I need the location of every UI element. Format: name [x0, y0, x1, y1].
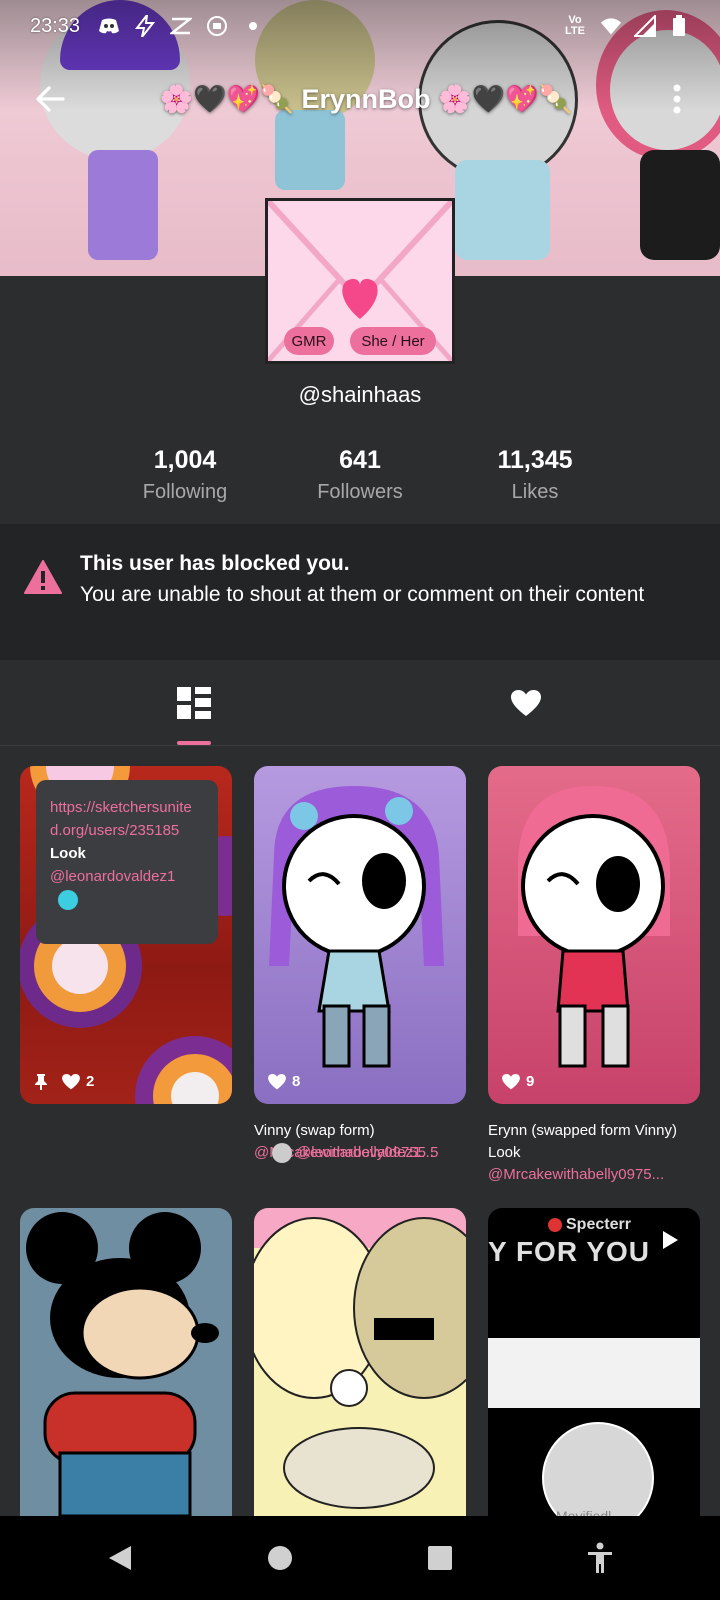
notice-title: This user has blocked you.	[80, 552, 350, 575]
heart-icon	[268, 1073, 286, 1089]
system-status-icons: Vo LTE	[562, 15, 690, 37]
discord-icon	[98, 15, 120, 37]
system-navigation-bar	[0, 1516, 720, 1600]
like-count: 2	[86, 1073, 95, 1090]
recents-square-icon	[428, 1546, 452, 1570]
post-stats: 8	[268, 1073, 300, 1090]
nav-home-button[interactable]	[250, 1528, 310, 1588]
more-options-button[interactable]	[652, 69, 702, 129]
post-caption[interactable]: Erynn (swapped form Vinny) Look @Mrcakew…	[488, 1120, 700, 1186]
pin-icon	[35, 1073, 47, 1090]
tab-likes[interactable]	[496, 678, 556, 728]
status-bar: 23:33 Vo LTE	[0, 0, 720, 52]
stat-following[interactable]: 1,004 Following	[110, 446, 260, 504]
emoji-icon	[58, 890, 78, 910]
notice-text: This user has blocked you. You are unabl…	[80, 548, 644, 660]
screen-record-icon	[206, 15, 228, 37]
stat-value: 11,345	[497, 446, 573, 474]
bolt-icon	[134, 15, 156, 37]
avatar	[272, 1143, 292, 1163]
network-label: Vo LTE	[565, 14, 585, 37]
post-card[interactable]: Specterr Y FOR YOU Movifiedl	[488, 1208, 700, 1516]
play-icon	[663, 1231, 678, 1249]
username: @shainhaas	[298, 382, 422, 407]
heart-icon	[502, 1073, 520, 1089]
home-circle-icon	[268, 1546, 292, 1570]
heart-icon	[62, 1073, 80, 1089]
stat-value: 1,004	[153, 446, 217, 474]
accessibility-icon	[588, 1542, 612, 1573]
overlay-text: Specterr	[566, 1216, 631, 1233]
grid-icon	[177, 687, 211, 719]
post-stats: 9	[502, 1073, 534, 1090]
notification-icons	[98, 15, 264, 37]
page-title: 🌸🖤💖🍡 ErynnBob 🌸🖤💖🍡	[159, 84, 573, 114]
stat-label: Followers	[317, 481, 403, 503]
back-button[interactable]	[20, 69, 80, 129]
tag-pill: She / Her	[350, 327, 436, 355]
post-thumbnail	[269, 786, 444, 1068]
overlay-text-2: Y FOR YOU	[488, 1236, 651, 1267]
profile-avatar[interactable]: GMR She / Her	[265, 198, 455, 364]
nav-back-button[interactable]	[90, 1528, 150, 1588]
stat-label: Following	[142, 481, 228, 503]
signal-icon	[634, 15, 656, 37]
stat-likes: 11,345 Likes	[460, 446, 610, 504]
stat-value: 641	[339, 446, 381, 474]
back-arrow-icon	[36, 86, 65, 112]
post-card[interactable]: 9	[488, 766, 700, 1104]
post-thumbnail	[254, 1217, 466, 1516]
profile-stats: 1,004 Following 641 Followers 11,345 Lik…	[0, 446, 720, 506]
battery-icon	[668, 15, 690, 37]
overlay-text-3: Movifiedl	[556, 1508, 612, 1516]
nav-recents-button[interactable]	[410, 1528, 470, 1588]
tag-pill: GMR	[284, 327, 334, 355]
notice-message: You are unable to shout at them or comme…	[80, 583, 645, 606]
post-card[interactable]	[20, 1208, 232, 1516]
heart-icon	[511, 689, 541, 716]
post-card[interactable]	[254, 1208, 466, 1516]
post-thumbnail	[26, 1212, 219, 1516]
back-triangle-icon	[109, 1546, 131, 1570]
stat-followers[interactable]: 641 Followers	[285, 446, 435, 504]
post-stats: 2	[34, 1073, 94, 1090]
tab-posts[interactable]	[164, 678, 224, 728]
specterr-logo-icon	[548, 1218, 562, 1232]
accessibility-button[interactable]	[570, 1528, 630, 1588]
caption-title: Erynn (swapped form Vinny) Look	[488, 1122, 677, 1161]
warning-icon	[24, 560, 62, 594]
caption-mention-2: @leonardovaldez1...	[296, 1144, 434, 1161]
wifi-icon	[600, 15, 622, 37]
app-bar: 🌸🖤💖🍡 ErynnBob 🌸🖤💖🍡	[0, 66, 720, 132]
more-vert-icon	[673, 84, 681, 114]
status-time: 23:33	[30, 14, 81, 37]
video-title-overlay: Specterr	[548, 1216, 631, 1234]
post-card[interactable]: 8	[254, 766, 466, 1104]
post-caption[interactable]: Vinny (swap form) @Mrcakewithabelly09755…	[254, 1120, 466, 1164]
caption-mention[interactable]: @Mrcakewithabelly0975...	[488, 1164, 700, 1186]
tooltip-text: Look	[50, 845, 86, 862]
like-count: 9	[526, 1073, 535, 1090]
stat-label: Likes	[511, 481, 559, 503]
tooltip-link[interactable]: https://sketchersunited.org/users/235185	[50, 796, 204, 842]
profile-tabs	[0, 660, 720, 746]
active-tab-indicator	[177, 741, 211, 745]
like-count: 8	[292, 1073, 301, 1090]
tooltip-mention[interactable]: @leonardovaldez1	[50, 865, 204, 888]
post-thumbnail	[518, 786, 670, 1068]
dot-icon	[242, 15, 264, 37]
caption-title: Vinny (swap form)	[254, 1122, 375, 1139]
post-description-tooltip: https://sketchersunited.org/users/235185…	[36, 780, 218, 944]
capcut-icon	[170, 15, 193, 37]
blocked-notice: This user has blocked you. You are unabl…	[0, 524, 720, 660]
